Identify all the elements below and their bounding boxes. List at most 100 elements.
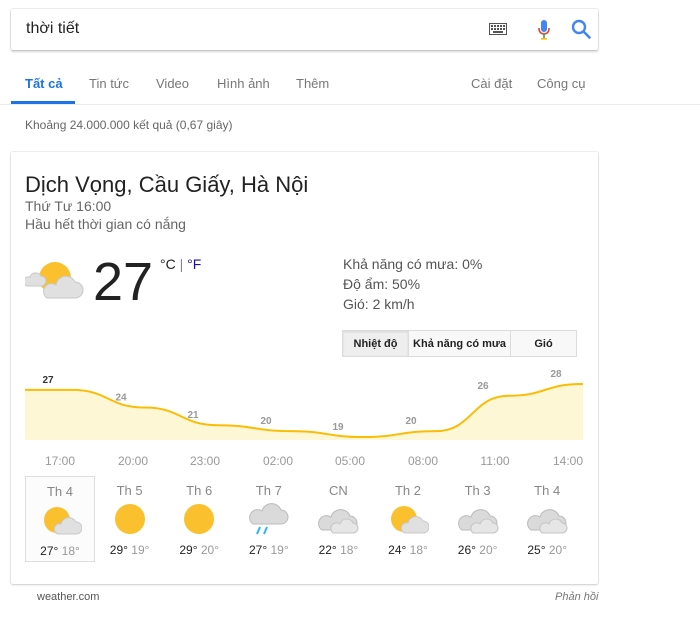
- tab-all[interactable]: Tất cả: [25, 76, 63, 91]
- partly-sunny-icon: [391, 506, 429, 534]
- forecast-day[interactable]: Th 2 24° 18°: [373, 476, 443, 562]
- forecast-high: 29°: [179, 543, 198, 557]
- time-label: 23:00: [189, 454, 221, 468]
- forecast-day[interactable]: Th 3 26° 20°: [443, 476, 513, 562]
- forecast-high: 27°: [248, 543, 268, 557]
- tab-video[interactable]: Video: [156, 76, 189, 91]
- forecast-temps: 27° 18°: [26, 544, 94, 558]
- weather-details: Khả năng có mưa: 0% Độ ẩm: 50% Gió: 2 km…: [343, 254, 482, 314]
- temperature-label: 19: [332, 422, 344, 433]
- source-link[interactable]: weather.com: [37, 591, 99, 603]
- tools-link[interactable]: Công cụ: [537, 76, 585, 91]
- search-icon[interactable]: [571, 19, 591, 39]
- forecast-temps: 25° 20°: [512, 543, 582, 557]
- tab-more[interactable]: Thêm: [296, 76, 329, 91]
- settings-link[interactable]: Cài đặt: [471, 76, 512, 91]
- forecast-day[interactable]: Th 7 27° 19°: [234, 476, 304, 562]
- forecast-day-name: Th 3: [464, 483, 491, 498]
- toggle-temperature[interactable]: Nhiệt độ: [342, 330, 409, 357]
- temperature-label: 20: [405, 416, 417, 427]
- result-stats: Khoảng 24.000.000 kết quả (0,67 giây): [25, 118, 233, 132]
- forecast-low: 18°: [409, 543, 428, 557]
- forecast-low: 20°: [200, 543, 220, 557]
- forecast-low: 18°: [61, 544, 80, 558]
- forecast-day-name: Th 4: [534, 483, 561, 498]
- forecast-high: 24°: [388, 543, 407, 557]
- forecast-high: 29°: [109, 543, 128, 557]
- time-label: 20:00: [117, 454, 149, 468]
- keyboard-icon[interactable]: [489, 23, 507, 35]
- temperature-label: 20: [260, 416, 272, 427]
- forecast-low: 20°: [548, 543, 568, 557]
- cloudy-icon: [457, 509, 499, 534]
- feedback-link[interactable]: Phản hồi: [555, 591, 598, 603]
- tab-news[interactable]: Tin tức: [89, 76, 129, 91]
- forecast-day-name: Th 2: [394, 483, 421, 498]
- unit-switch: °C | °F: [160, 256, 201, 272]
- forecast-high: 25°: [527, 543, 546, 557]
- search-input[interactable]: thời tiết: [26, 20, 79, 38]
- partly-sunny-icon: [44, 507, 82, 535]
- weather-datetime: Thứ Tư 16:00: [25, 198, 112, 214]
- search-tabs: Tất cả Tin tức Video Hình ảnh Thêm Cài đ…: [0, 62, 700, 105]
- toggle-wind[interactable]: Gió: [511, 330, 577, 357]
- forecast-low: 20°: [479, 543, 498, 557]
- time-label: 14:00: [552, 454, 584, 468]
- daily-forecast: Th 4 27° 18° Th 5 29° 19° Th 6 29° 20° Th 7 27°…: [25, 476, 583, 562]
- cloudy-icon: [318, 509, 359, 534]
- forecast-day-name: Th 6: [186, 483, 213, 498]
- forecast-low: 18°: [340, 543, 359, 557]
- rain-icon: [248, 503, 289, 535]
- forecast-day[interactable]: Th 5 29° 19°: [95, 476, 165, 562]
- temperature-label: 26: [477, 381, 489, 392]
- forecast-day[interactable]: CN 22° 18°: [303, 476, 373, 562]
- forecast-temps: 22° 18°: [303, 543, 373, 557]
- weather-condition: Hầu hết thời gian có nắng: [25, 216, 186, 232]
- celsius-unit[interactable]: °C: [160, 256, 176, 272]
- forecast-day-name: Th 7: [255, 483, 282, 498]
- forecast-low: 19°: [131, 543, 150, 557]
- tab-images[interactable]: Hình ảnh: [217, 76, 270, 91]
- forecast-day-name: Th 4: [46, 484, 73, 499]
- forecast-day[interactable]: Th 4 25° 20°: [512, 476, 582, 562]
- forecast-low: 19°: [270, 543, 289, 557]
- humidity: Độ ẩm: 50%: [343, 276, 421, 292]
- forecast-temps: 27° 19°: [234, 543, 304, 557]
- forecast-high: 26°: [457, 543, 476, 557]
- forecast-high: 22°: [318, 543, 337, 557]
- forecast-day[interactable]: Th 4 27° 18°: [25, 476, 95, 562]
- sunny-icon: [114, 504, 145, 534]
- forecast-temps: 29° 19°: [95, 543, 165, 557]
- fahrenheit-unit[interactable]: °F: [187, 256, 201, 272]
- chart-mode-toggles: Nhiệt độ Khả năng có mưa Gió: [342, 330, 577, 357]
- rain-chance: Khả năng có mưa: 0%: [343, 256, 483, 272]
- unit-separator: |: [179, 256, 184, 272]
- weather-location[interactable]: Dịch Vọng, Cầu Giấy, Hà Nội: [25, 172, 308, 198]
- forecast-day-name: Th 5: [116, 483, 143, 498]
- time-label: 08:00: [407, 454, 439, 468]
- weather-card: Dịch Vọng, Cầu Giấy, Hà Nội Thứ Tư 16:00…: [11, 152, 598, 584]
- chart-time-axis: 17:00 20:00 23:00 02:00 05:00 08:00 11:00 14:00: [25, 454, 583, 468]
- partly-sunny-icon: [25, 262, 84, 299]
- toggle-rain-chance[interactable]: Khả năng có mưa: [409, 330, 511, 357]
- temperature-label: 21: [187, 410, 199, 421]
- current-temperature: 27: [93, 252, 154, 312]
- sunny-icon: [184, 504, 215, 534]
- forecast-high: 27°: [40, 544, 59, 558]
- time-label: 02:00: [262, 454, 294, 468]
- search-box[interactable]: thời tiết: [11, 9, 598, 50]
- time-label: 05:00: [334, 454, 366, 468]
- temperature-label: 28: [550, 370, 562, 380]
- wind: Gió: 2 km/h: [343, 296, 415, 312]
- time-label: 17:00: [44, 454, 76, 468]
- forecast-day[interactable]: Th 6 29° 20°: [164, 476, 234, 562]
- time-label: 11:00: [480, 454, 510, 468]
- forecast-day-name: CN: [329, 483, 348, 498]
- temperature-label: 27: [42, 375, 54, 386]
- forecast-temps: 29° 20°: [164, 543, 234, 557]
- active-tab-indicator: [11, 101, 75, 104]
- forecast-temps: 24° 18°: [373, 543, 443, 557]
- temperature-label: 24: [115, 393, 127, 404]
- cloudy-icon: [527, 509, 568, 534]
- microphone-icon[interactable]: [536, 19, 552, 41]
